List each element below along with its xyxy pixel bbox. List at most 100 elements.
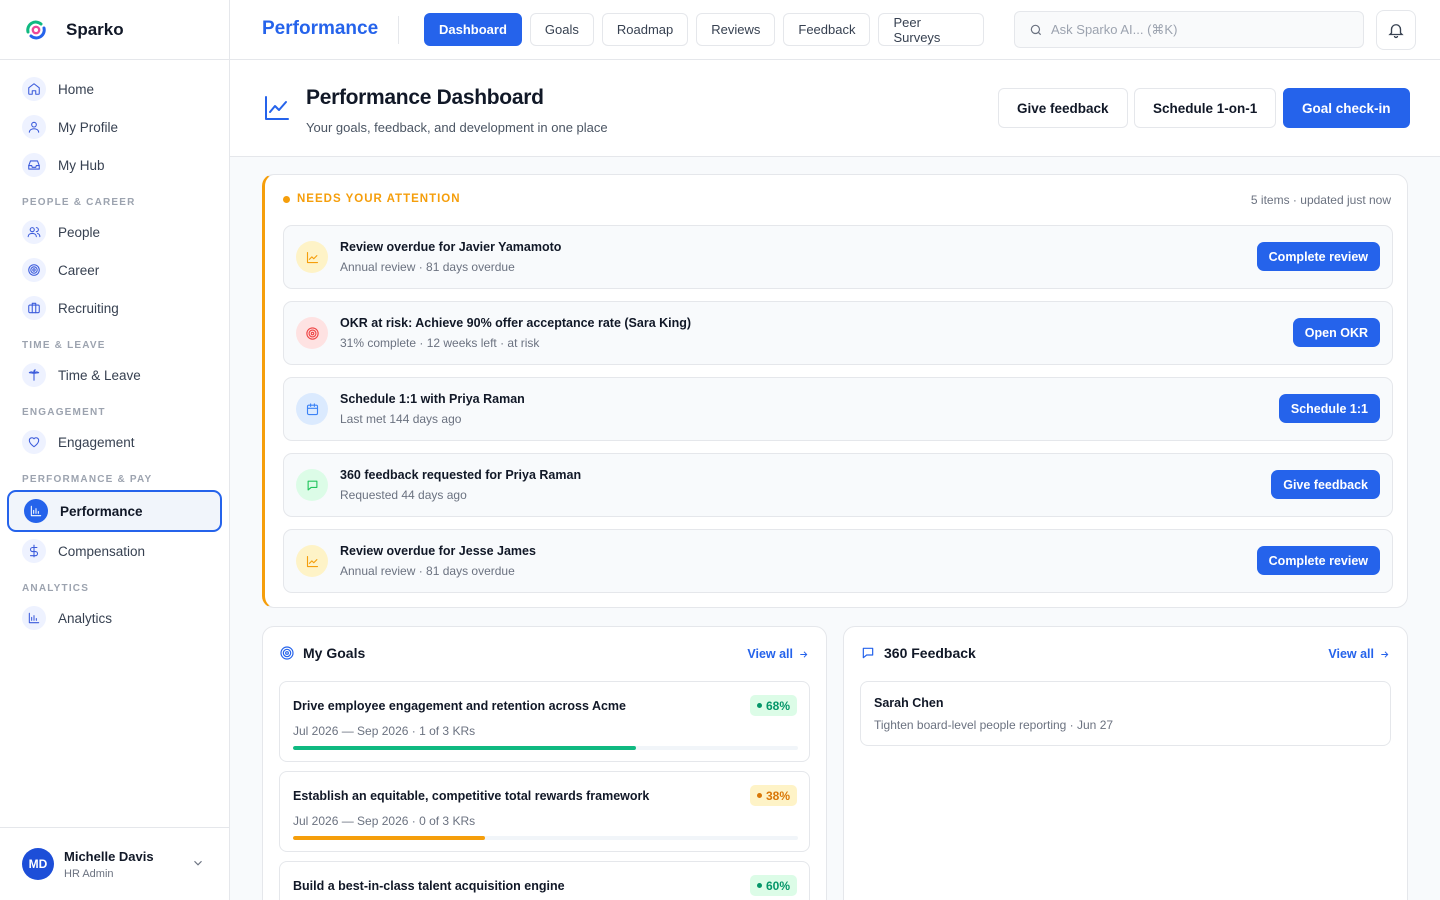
section-title: Performance	[262, 18, 379, 39]
goal-title: Build a best-in-class talent acquisition…	[293, 879, 565, 893]
goal-item[interactable]: Build a best-in-class talent acquisition…	[279, 861, 810, 900]
goal-checkin-button[interactable]: Goal check-in	[1283, 88, 1410, 128]
message-icon	[296, 469, 328, 501]
sidebar-item-label: Analytics	[58, 610, 113, 626]
feedback-view-all-link[interactable]: View all	[1328, 647, 1390, 661]
brand[interactable]: Sparko	[0, 0, 229, 60]
user-menu[interactable]: MD Michelle Davis HR Admin	[0, 827, 229, 900]
sidebar-item-label: Home	[58, 81, 95, 97]
sparko-logo-icon	[26, 20, 46, 39]
sidebar-item-career[interactable]: Career	[0, 251, 229, 289]
goals-view-all-link[interactable]: View all	[747, 647, 809, 661]
section-engagement: ENGAGEMENT	[22, 407, 106, 418]
sidebar-item-label: Compensation	[58, 543, 146, 559]
sidebar-item-label: My Profile	[58, 119, 119, 135]
target-icon	[22, 258, 46, 282]
my-goals-title: My Goals	[303, 645, 366, 661]
trend-chart-icon	[265, 96, 289, 120]
goal-progress-fill	[293, 746, 637, 750]
give-feedback-button[interactable]: Give feedback	[998, 88, 1128, 128]
home-icon	[22, 77, 46, 101]
chevron-down-icon[interactable]	[191, 856, 205, 870]
sidebar-item-recruiting[interactable]: Recruiting	[0, 289, 229, 327]
section-people-career: PEOPLE & CAREER	[22, 197, 136, 208]
complete-review-button[interactable]: Complete review	[1256, 546, 1380, 575]
tab-reviews[interactable]: Reviews	[696, 13, 776, 46]
sidebar-item-label: My Hub	[58, 157, 105, 173]
briefcase-icon	[22, 296, 46, 320]
attention-item: 360 feedback requested for Priya Raman R…	[283, 453, 1393, 517]
attention-item-desc: Requested 44 days ago	[340, 488, 467, 502]
sidebar-item-compensation[interactable]: Compensation	[0, 532, 229, 570]
goal-item[interactable]: Drive employee engagement and retention …	[279, 681, 810, 762]
dollar-icon	[22, 539, 46, 563]
sidebar-item-analytics[interactable]: Analytics	[0, 599, 229, 637]
attention-item-title: 360 feedback requested for Priya Raman	[340, 468, 582, 482]
schedule-1on1-item-button[interactable]: Schedule 1:1	[1278, 394, 1380, 423]
tab-peer-surveys[interactable]: Peer Surveys	[878, 13, 984, 46]
sidebar-item-my-profile[interactable]: My Profile	[0, 108, 229, 146]
sidebar-item-label: People	[58, 224, 101, 240]
tab-goals[interactable]: Goals	[529, 13, 594, 46]
feedback-item[interactable]: Sarah Chen Tighten board-level people re…	[860, 681, 1391, 746]
sidebar-item-home[interactable]: Home	[0, 70, 229, 108]
sidebar-item-performance[interactable]: Performance	[7, 490, 222, 532]
attention-item-title: OKR at risk: Achieve 90% offer acceptanc…	[340, 316, 692, 330]
chart-icon	[296, 241, 328, 273]
attention-item-desc: 31% complete · 12 weeks left · at risk	[340, 336, 540, 350]
open-okr-button[interactable]: Open OKR	[1292, 318, 1380, 347]
tab-roadmap[interactable]: Roadmap	[601, 13, 689, 46]
sidebar-item-my-hub[interactable]: My Hub	[0, 146, 229, 184]
sidebar-item-label: Recruiting	[58, 300, 119, 316]
tab-dashboard[interactable]: Dashboard	[424, 13, 522, 46]
attention-item-title: Review overdue for Javier Yamamoto	[340, 240, 562, 254]
badge-value: 60%	[765, 878, 790, 893]
sidebar-item-engagement[interactable]: Engagement	[0, 423, 229, 461]
needs-attention-card: NEEDS YOUR ATTENTION 5 items · updated j…	[262, 174, 1408, 608]
avatar: MD	[22, 848, 54, 880]
target-icon	[280, 646, 294, 660]
my-goals-header: My Goals	[279, 645, 365, 661]
goal-progress-badge: 60%	[749, 875, 797, 896]
attention-item: Review overdue for Jesse James Annual re…	[283, 529, 1393, 593]
chart-icon	[296, 545, 328, 577]
goal-progress-badge: 68%	[749, 695, 797, 716]
user-info: Michelle Davis HR Admin	[64, 849, 154, 880]
sidebar-item-label: Performance	[60, 503, 143, 519]
goal-meta: Jul 2026 — Sep 2026 · 0 of 3 KRs	[293, 814, 476, 828]
arrow-right-icon	[800, 650, 808, 658]
user-role: HR Admin	[64, 867, 114, 880]
sidebar-item-people[interactable]: People	[0, 213, 229, 251]
search-input[interactable]	[1051, 22, 1341, 37]
schedule-1on1-button[interactable]: Schedule 1-on-1	[1134, 88, 1277, 128]
page-header: Performance Dashboard Your goals, feedba…	[230, 60, 1440, 157]
feedback-author: Sarah Chen	[874, 696, 944, 710]
bar-chart-icon	[24, 499, 48, 523]
inbox-icon	[22, 153, 46, 177]
goal-item[interactable]: Establish an equitable, competitive tota…	[279, 771, 810, 852]
sidebar-item-time-leave[interactable]: Time & Leave	[0, 356, 229, 394]
tab-feedback[interactable]: Feedback	[783, 13, 871, 46]
feedback-card: 360 Feedback View all Sarah Chen Tighten…	[843, 626, 1408, 900]
users-icon	[22, 220, 46, 244]
attention-label-text: NEEDS YOUR ATTENTION	[297, 193, 461, 205]
section-time-leave: TIME & LEAVE	[22, 340, 106, 351]
divider	[398, 16, 399, 44]
target-icon	[296, 317, 328, 349]
search-box[interactable]	[1014, 11, 1364, 48]
goal-title: Drive employee engagement and retention …	[293, 699, 626, 713]
section-performance-pay: PERFORMANCE & PAY	[22, 474, 153, 485]
user-name: Michelle Davis	[64, 848, 154, 864]
view-all-label: View all	[1328, 647, 1374, 661]
goal-progress-fill	[293, 836, 485, 840]
complete-review-button[interactable]: Complete review	[1256, 242, 1380, 271]
view-all-label: View all	[747, 647, 793, 661]
sidebar-item-label: Career	[58, 262, 100, 278]
notifications-button[interactable]	[1376, 10, 1416, 50]
palm-tree-icon	[22, 363, 46, 387]
attention-item: Schedule 1:1 with Priya Raman Last met 1…	[283, 377, 1393, 441]
give-feedback-item-button[interactable]: Give feedback	[1271, 470, 1380, 499]
attention-item-desc: Last met 144 days ago	[340, 412, 462, 426]
sidebar-item-label: Engagement	[58, 434, 135, 450]
section-analytics: ANALYTICS	[22, 583, 90, 594]
